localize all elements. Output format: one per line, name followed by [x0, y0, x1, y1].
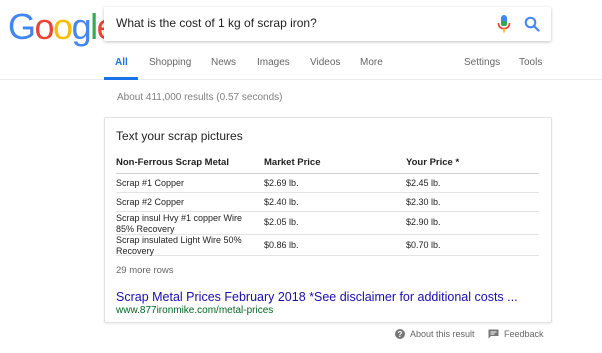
header: Google What is the cost of 1 kg of scrap…: [0, 0, 602, 80]
feedback-label: Feedback: [504, 329, 544, 339]
column-header: Your Price *: [406, 157, 460, 168]
feedback-link[interactable]: Feedback: [488, 329, 544, 339]
tab-all[interactable]: All: [115, 57, 128, 68]
column-header: Non-Ferrous Scrap Metal: [116, 157, 229, 168]
table-cell: $2.05 lb.: [264, 217, 299, 227]
table-row: Scrap #2 Copper $2.40 lb. $2.30 lb.: [116, 193, 539, 212]
search-input[interactable]: What is the cost of 1 kg of scrap iron?: [116, 16, 317, 30]
about-label: About this result: [410, 329, 475, 339]
table-row: Scrap insulated Light Wire 50% Recovery …: [116, 235, 539, 256]
tab-more[interactable]: More: [360, 57, 383, 68]
table-cell: Scrap insulated Light Wire 50% Recovery: [116, 235, 242, 256]
table-cell: $2.40 lb.: [264, 197, 299, 207]
featured-snippet-card: Text your scrap pictures Non-Ferrous Scr…: [104, 117, 552, 323]
table-cell: Scrap #1 Copper: [116, 178, 185, 188]
tab-shopping[interactable]: Shopping: [149, 57, 191, 68]
result-title-link[interactable]: Scrap Metal Prices February 2018 *See di…: [116, 290, 518, 304]
tab-tools[interactable]: Tools: [519, 57, 542, 68]
more-rows-link[interactable]: 29 more rows: [116, 265, 174, 276]
google-logo[interactable]: Google: [8, 6, 117, 47]
help-circle-icon: ?: [395, 329, 405, 339]
table-row: Scrap insul Hvy #1 copper Wire 85% Recov…: [116, 212, 539, 235]
table-header: Non-Ferrous Scrap Metal Market Price You…: [116, 154, 539, 174]
mic-icon[interactable]: [497, 15, 511, 33]
table-cell: Scrap #2 Copper: [116, 197, 185, 207]
tab-videos[interactable]: Videos: [310, 57, 340, 68]
tab-images[interactable]: Images: [257, 57, 290, 68]
active-tab-indicator: [104, 77, 138, 80]
table-cell: $2.45 lb.: [406, 178, 441, 188]
table-cell: $2.90 lb.: [406, 217, 441, 227]
result-url: www.877ironmike.com/metal-prices: [116, 305, 274, 316]
table-cell: $2.69 lb.: [264, 178, 299, 188]
logo-letter: G: [8, 6, 36, 47]
search-box[interactable]: What is the cost of 1 kg of scrap iron?: [104, 7, 551, 41]
table-cell: Scrap insul Hvy #1 copper Wire 85% Recov…: [116, 213, 243, 234]
snippet-title: Text your scrap pictures: [116, 129, 243, 143]
table-cell: $0.86 lb.: [264, 240, 299, 250]
logo-letter: g: [71, 6, 92, 47]
tab-news[interactable]: News: [211, 57, 236, 68]
search-icon[interactable]: [524, 16, 540, 32]
table-cell: $2.30 lb.: [406, 197, 441, 207]
about-this-result-link[interactable]: ? About this result: [395, 329, 475, 339]
feedback-icon: [488, 329, 499, 339]
logo-letter: o: [53, 6, 73, 47]
tab-settings[interactable]: Settings: [464, 57, 500, 68]
search-tabs: All Shopping News Images Videos More Set…: [0, 57, 602, 81]
logo-letter: o: [34, 6, 55, 47]
result-stats: About 411,000 results (0.57 seconds): [117, 92, 283, 103]
price-table: Non-Ferrous Scrap Metal Market Price You…: [116, 154, 539, 256]
table-cell: $0.70 lb.: [406, 240, 441, 250]
svg-text:?: ?: [398, 330, 403, 339]
column-header: Market Price: [264, 157, 321, 168]
table-row: Scrap #1 Copper $2.69 lb. $2.45 lb.: [116, 174, 539, 193]
